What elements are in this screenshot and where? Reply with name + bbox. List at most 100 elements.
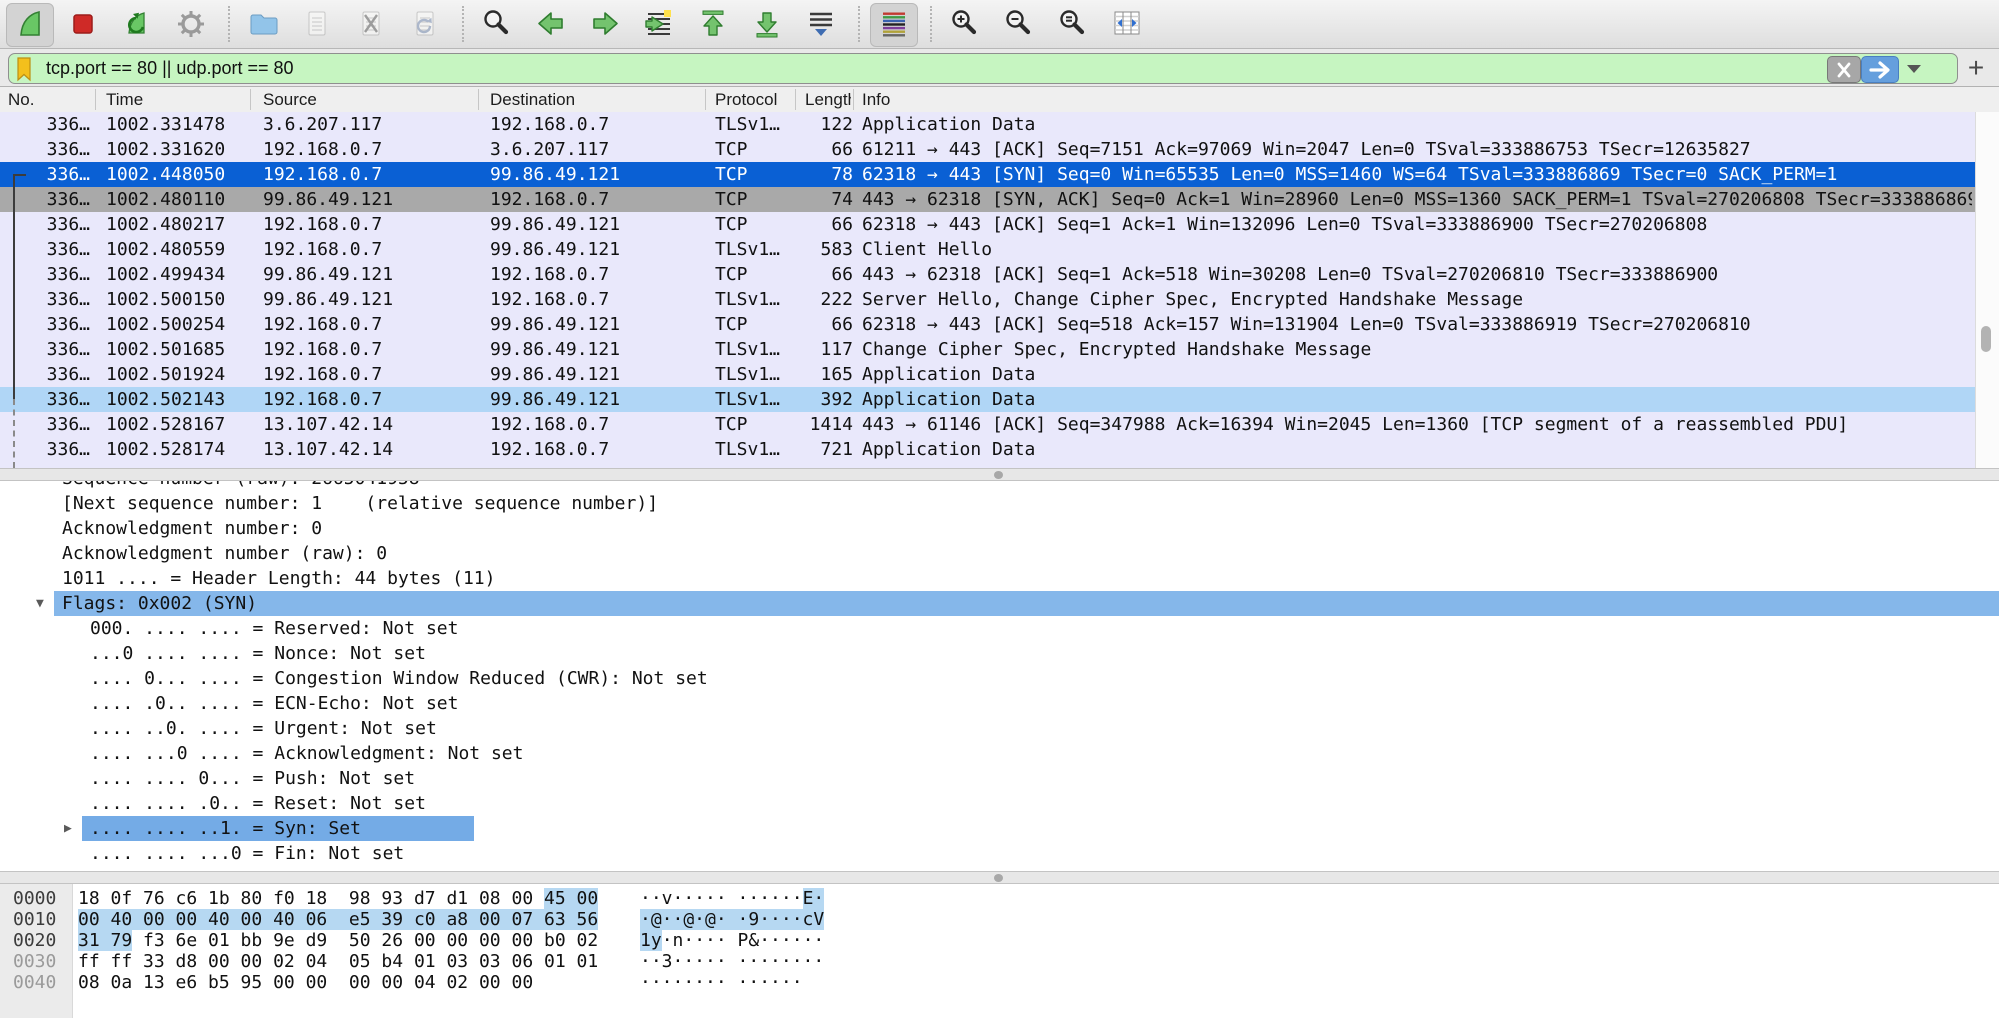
packet-info: Client Hello (862, 237, 1972, 262)
close-capture-file-button[interactable] (348, 3, 394, 45)
open-capture-file-button[interactable] (240, 3, 286, 45)
packet-source: 99.86.49.121 (263, 262, 475, 287)
clear-filter-button[interactable] (1827, 56, 1861, 83)
packet-info: Application Data (862, 362, 1972, 387)
add-filter-button[interactable]: + (1961, 49, 1991, 86)
save-capture-file-button[interactable] (294, 3, 340, 45)
resize-columns-button[interactable] (1104, 3, 1150, 45)
auto-scroll-toggle-button[interactable] (798, 3, 844, 45)
display-filter-value[interactable]: tcp.port == 80 || udp.port == 80 (46, 58, 294, 79)
packet-time: 1002.480110 (106, 187, 256, 212)
hex-row[interactable]: 004008 0a 13 e6 b5 95 00 00 00 00 04 02 … (0, 972, 1999, 993)
restart-capture-button[interactable] (114, 3, 160, 45)
packet-time: 1002.500150 (106, 287, 256, 312)
column-header-length[interactable]: Length (805, 87, 851, 112)
splitter-grip[interactable] (994, 471, 1003, 479)
detail-line-text: .... .0.. .... = ECN-Echo: Not set (90, 691, 458, 716)
column-separator[interactable] (705, 89, 706, 110)
packet-row[interactable]: 336…1002.49943499.86.49.121192.168.0.7TC… (0, 262, 1976, 287)
reload-capture-file-button[interactable] (402, 3, 448, 45)
packet-info: Server Hello, Change Cipher Spec, Encryp… (862, 287, 1972, 312)
packet-source: 99.86.49.121 (263, 187, 475, 212)
packet-row[interactable]: 336…1002.448050192.168.0.799.86.49.121TC… (0, 162, 1976, 187)
packet-info: Application Data (862, 112, 1972, 137)
detail-line[interactable]: .... .... 0... = Push: Not set (0, 766, 1999, 791)
detail-line[interactable]: 000. .... .... = Reserved: Not set (0, 616, 1999, 641)
column-header-no[interactable]: No. (8, 87, 90, 112)
packet-list-scrollbar[interactable] (1975, 112, 1999, 468)
detail-line[interactable]: Acknowledgment number: 0 (0, 516, 1999, 541)
hex-row[interactable]: 002031 79 f3 6e 01 bb 9e d9 50 26 00 00 … (0, 930, 1999, 951)
detail-line-text: .... 0... .... = Congestion Window Reduc… (90, 666, 708, 691)
detail-line[interactable]: .... 0... .... = Congestion Window Reduc… (0, 666, 1999, 691)
goto-packet-icon (642, 7, 676, 41)
display-filter-input[interactable]: tcp.port == 80 || udp.port == 80 (8, 53, 1958, 84)
packet-row[interactable]: 336…1002.331620192.168.0.73.6.207.117TCP… (0, 137, 1976, 162)
go-previous-packet-button[interactable] (528, 3, 574, 45)
scrollbar-thumb[interactable] (1981, 326, 1991, 352)
colorize-toggle-button[interactable] (870, 3, 918, 47)
packet-row[interactable]: 336…1002.501685192.168.0.799.86.49.121TL… (0, 337, 1976, 362)
detail-line[interactable]: Sequence number (raw): 2665041958 (0, 481, 1999, 491)
detail-line[interactable]: Acknowledgment number (raw): 0 (0, 541, 1999, 566)
hex-row[interactable]: 000018 0f 76 c6 1b 80 f0 18 98 93 d7 d1 … (0, 888, 1999, 909)
zoom-reset-button[interactable] (1050, 3, 1096, 45)
packet-row[interactable]: 336…1002.52817413.107.42.14192.168.0.7TL… (0, 437, 1976, 462)
filter-dropdown-icon[interactable] (1907, 65, 1921, 73)
pane-splitter-bottom[interactable] (0, 871, 1999, 884)
go-next-packet-button[interactable] (582, 3, 628, 45)
column-header-source[interactable]: Source (263, 87, 475, 112)
go-to-packet-button[interactable] (636, 3, 682, 45)
packet-length: 392 (795, 387, 853, 412)
hex-row[interactable]: 0030ff ff 33 d8 00 00 02 04 05 b4 01 03 … (0, 951, 1999, 972)
packet-row[interactable]: 336…1002.50015099.86.49.121192.168.0.7TL… (0, 287, 1976, 312)
detail-line[interactable]: .... ..0. .... = Urgent: Not set (0, 716, 1999, 741)
column-header-destination[interactable]: Destination (490, 87, 702, 112)
expand-arrow-icon[interactable]: ▶ (64, 816, 72, 841)
column-separator[interactable] (853, 89, 854, 110)
packet-row[interactable]: 336…1002.480217192.168.0.799.86.49.121TC… (0, 212, 1976, 237)
zoom-out-button[interactable] (996, 3, 1042, 45)
detail-line[interactable]: .... .0.. .... = ECN-Echo: Not set (0, 691, 1999, 716)
go-first-packet-button[interactable] (690, 3, 736, 45)
detail-line[interactable]: ...0 .... .... = Nonce: Not set (0, 641, 1999, 666)
column-separator[interactable] (795, 89, 796, 110)
zoom-in-button[interactable] (942, 3, 988, 45)
detail-line[interactable]: ▼Flags: 0x002 (SYN) (0, 591, 1999, 616)
splitter-grip[interactable] (994, 874, 1003, 882)
go-last-packet-button[interactable] (744, 3, 790, 45)
detail-line[interactable]: .... .... .0.. = Reset: Not set (0, 791, 1999, 816)
detail-line[interactable]: 1011 .... = Header Length: 44 bytes (11) (0, 566, 1999, 591)
column-header-protocol[interactable]: Protocol (715, 87, 793, 112)
packet-row[interactable]: 336…1002.3314783.6.207.117192.168.0.7TLS… (0, 112, 1976, 137)
zoom-in-icon (948, 7, 982, 41)
detail-line[interactable]: .... ...0 .... = Acknowledgment: Not set (0, 741, 1999, 766)
detail-line[interactable]: [Next sequence number: 1 (relative seque… (0, 491, 1999, 516)
selected-bytes-highlight: 00 40 00 00 40 00 40 06 e5 39 c0 a8 00 0… (78, 909, 598, 930)
pane-splitter-top[interactable] (0, 468, 1999, 481)
column-separator[interactable] (95, 89, 96, 110)
packet-row[interactable]: 336…1002.501924192.168.0.799.86.49.121TL… (0, 362, 1976, 387)
collapse-arrow-icon[interactable]: ▼ (36, 591, 44, 616)
detail-line[interactable]: ▶.... .... ..1. = Syn: Set (0, 816, 1999, 841)
bookmark-icon[interactable] (14, 56, 36, 82)
apply-filter-button[interactable] (1861, 56, 1899, 83)
column-header-info[interactable]: Info (862, 87, 1972, 112)
capture-options-button[interactable] (168, 3, 214, 45)
selected-bytes-highlight: 1y (640, 930, 662, 951)
detail-line[interactable]: .... .... ...0 = Fin: Not set (0, 841, 1999, 866)
conversation-bracket-line (13, 174, 15, 399)
hex-row[interactable]: 001000 40 00 00 40 00 40 06 e5 39 c0 a8 … (0, 909, 1999, 930)
start-capture-button[interactable] (6, 3, 54, 47)
packet-row[interactable]: 336…1002.502143192.168.0.799.86.49.121TL… (0, 387, 1976, 412)
packet-row[interactable]: 336…1002.480559192.168.0.799.86.49.121TL… (0, 237, 1976, 262)
column-separator[interactable] (478, 89, 479, 110)
column-header-time[interactable]: Time (106, 87, 256, 112)
column-separator[interactable] (250, 89, 251, 110)
packet-row[interactable]: 336…1002.52816713.107.42.14192.168.0.7TC… (0, 412, 1976, 437)
stop-capture-button[interactable] (60, 3, 106, 45)
packet-row[interactable]: 336…1002.48011099.86.49.121192.168.0.7TC… (0, 187, 1976, 212)
packet-row[interactable]: 336…1002.500254192.168.0.799.86.49.121TC… (0, 312, 1976, 337)
find-packet-button[interactable] (474, 3, 520, 45)
packet-source: 192.168.0.7 (263, 137, 475, 162)
